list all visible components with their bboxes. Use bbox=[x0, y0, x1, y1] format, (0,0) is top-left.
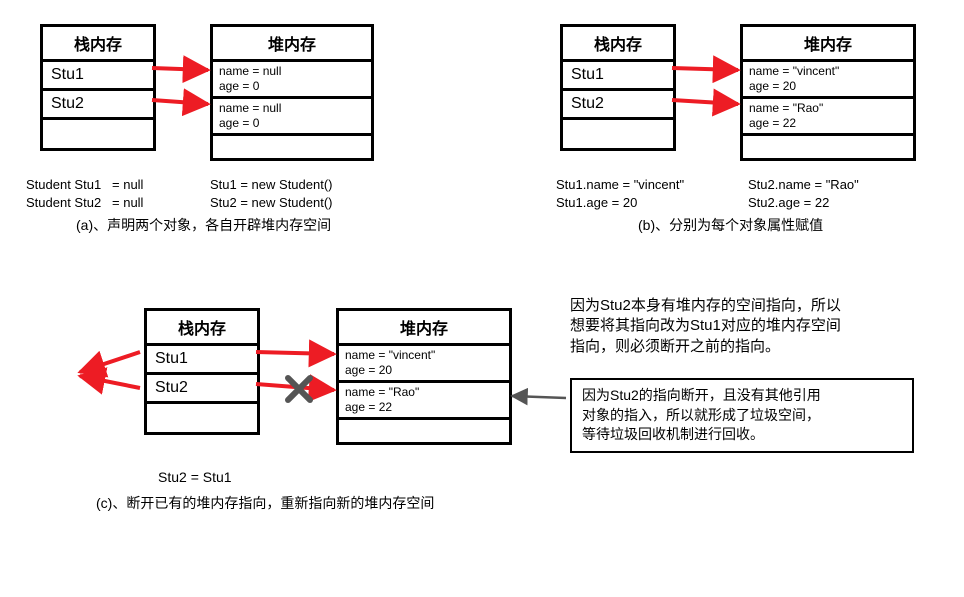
cross-icon bbox=[288, 378, 310, 400]
heap-box-b: 堆内存 name = "vincent" age = 20 name = "Ra… bbox=[740, 24, 916, 161]
code-b-right: Stu2.name = "Rao" Stu2.age = 22 bbox=[748, 176, 859, 211]
arrow-b-stu2 bbox=[672, 100, 738, 104]
code-b-left: Stu1.name = "vincent" Stu1.age = 20 bbox=[556, 176, 684, 211]
arrow-b-stu1 bbox=[672, 68, 738, 70]
caption-a: (a)、声明两个对象，各自开辟堆内存空间 bbox=[76, 216, 331, 235]
stack-item: Stu1 bbox=[43, 62, 153, 91]
heap-item: name = null age = 0 bbox=[213, 99, 371, 136]
heap-header-c: 堆内存 bbox=[339, 311, 509, 346]
stack-item: Stu1 bbox=[563, 62, 673, 91]
stack-header-a: 栈内存 bbox=[43, 27, 153, 62]
heap-line: name = "vincent" bbox=[345, 348, 503, 363]
heap-item: name = "vincent" age = 20 bbox=[743, 62, 913, 99]
heap-line: age = 22 bbox=[749, 116, 907, 131]
heap-header-b: 堆内存 bbox=[743, 27, 913, 62]
caption-c: (c)、断开已有的堆内存指向，重新指向新的堆内存空间 bbox=[96, 494, 434, 513]
stack-header-c: 栈内存 bbox=[147, 311, 257, 346]
stack-item: Stu1 bbox=[147, 346, 257, 375]
stack-header-b: 栈内存 bbox=[563, 27, 673, 62]
heap-box-a: 堆内存 name = null age = 0 name = null age … bbox=[210, 24, 374, 161]
heap-line: age = 0 bbox=[219, 116, 365, 131]
stack-box-b: 栈内存 Stu1 Stu2 bbox=[560, 24, 676, 151]
arrow-c-left-top bbox=[80, 352, 140, 372]
note-c-2: 因为Stu2的指向断开，且没有其他引用 对象的指入，所以就形成了垃圾空间， 等待… bbox=[582, 387, 821, 442]
code-a-left: Student Stu1 = null Student Stu2 = null bbox=[26, 176, 143, 211]
stack-item: Stu2 bbox=[147, 375, 257, 404]
stack-box-a: 栈内存 Stu1 Stu2 bbox=[40, 24, 156, 151]
note-c-2-box: 因为Stu2的指向断开，且没有其他引用 对象的指入，所以就形成了垃圾空间， 等待… bbox=[570, 378, 914, 453]
heap-item: name = "Rao" age = 22 bbox=[743, 99, 913, 136]
heap-box-c: 堆内存 name = "vincent" age = 20 name = "Ra… bbox=[336, 308, 512, 445]
arrow-a-stu2 bbox=[152, 100, 208, 104]
heap-item-empty bbox=[339, 420, 509, 442]
arrow-c-left-bottom bbox=[80, 376, 140, 388]
heap-line: age = 20 bbox=[345, 363, 503, 378]
heap-line: name = "vincent" bbox=[749, 64, 907, 79]
stack-item-empty bbox=[563, 120, 673, 148]
code-c: Stu2 = Stu1 bbox=[158, 468, 232, 487]
heap-item: name = "vincent" age = 20 bbox=[339, 346, 509, 383]
note-c-1: 因为Stu2本身有堆内存的空间指向，所以 想要将其指向改为Stu1对应的堆内存空… bbox=[570, 296, 841, 357]
heap-item: name = "Rao" age = 22 bbox=[339, 383, 509, 420]
code-a-right: Stu1 = new Student() Stu2 = new Student(… bbox=[210, 176, 333, 211]
heap-line: name = null bbox=[219, 101, 365, 116]
heap-line: age = 0 bbox=[219, 79, 365, 94]
stack-item-empty bbox=[147, 404, 257, 432]
stack-item: Stu2 bbox=[43, 91, 153, 120]
arrow-a-stu1 bbox=[152, 68, 208, 70]
heap-item-empty bbox=[213, 136, 371, 158]
caption-b: (b)、分别为每个对象属性赋值 bbox=[638, 216, 823, 235]
heap-item-empty bbox=[743, 136, 913, 158]
heap-line: name = "Rao" bbox=[749, 101, 907, 116]
heap-item: name = null age = 0 bbox=[213, 62, 371, 99]
heap-header-a: 堆内存 bbox=[213, 27, 371, 62]
heap-line: age = 20 bbox=[749, 79, 907, 94]
heap-line: age = 22 bbox=[345, 400, 503, 415]
arrow-c-stu1 bbox=[256, 352, 334, 354]
stack-item: Stu2 bbox=[563, 91, 673, 120]
heap-line: name = null bbox=[219, 64, 365, 79]
arrow-note2 bbox=[512, 396, 566, 398]
stack-box-c: 栈内存 Stu1 Stu2 bbox=[144, 308, 260, 435]
heap-line: name = "Rao" bbox=[345, 385, 503, 400]
stack-item-empty bbox=[43, 120, 153, 148]
arrow-c-stu2-broken bbox=[256, 384, 334, 390]
